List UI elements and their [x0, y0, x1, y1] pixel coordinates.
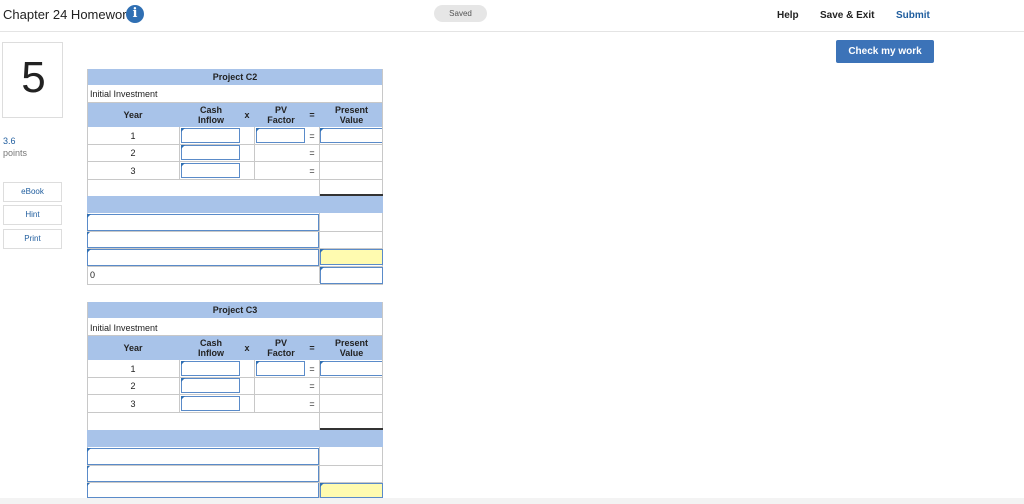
col-cash-inflow-1: Cash — [199, 338, 222, 348]
col-cash-inflow-2: Inflow — [198, 115, 224, 125]
summary-header-row — [87, 430, 383, 447]
col-equals: = — [309, 343, 315, 353]
question-number-box: 5 — [2, 42, 63, 118]
col-cash-inflow-1: Cash — [199, 105, 222, 115]
cash-inflow-input-1[interactable] — [181, 361, 240, 376]
points-label: points — [3, 148, 28, 158]
zero-value: 0 — [90, 270, 96, 280]
equals-sign-3: = — [309, 399, 315, 409]
summary-label-input-2[interactable] — [87, 231, 319, 248]
col-year: Year — [123, 343, 143, 353]
cash-inflow-input-1[interactable] — [181, 128, 240, 143]
project-c3-title: Project C3 — [87, 302, 383, 318]
summary-label-input-1[interactable] — [87, 448, 319, 465]
col-present-value-2: Value — [339, 348, 364, 358]
col-times: x — [244, 110, 250, 120]
col-pv-factor-1: PV — [274, 338, 287, 348]
col-present-value-1: Present — [334, 105, 369, 115]
cash-inflow-input-2[interactable] — [181, 145, 240, 160]
hint-button[interactable]: Hint — [3, 205, 62, 225]
pv-factor-input-1[interactable] — [256, 361, 305, 376]
summary-header-row — [87, 196, 383, 213]
cash-inflow-input-2[interactable] — [181, 378, 240, 393]
col-cash-inflow-2: Inflow — [198, 348, 224, 358]
saved-status-badge: Saved — [434, 5, 487, 22]
project-c2-title: Project C2 — [87, 69, 383, 85]
year-2: 2 — [130, 381, 136, 391]
npv-result-input[interactable] — [320, 483, 383, 498]
initial-investment-label: Initial Investment — [90, 89, 158, 99]
equals-sign-2: = — [309, 381, 315, 391]
ebook-button[interactable]: eBook — [3, 182, 62, 202]
submit-link[interactable]: Submit — [896, 10, 930, 21]
year-3: 3 — [130, 166, 136, 176]
year-2: 2 — [130, 148, 136, 158]
summary-label-input-2[interactable] — [87, 465, 319, 482]
present-value-input-1[interactable] — [320, 128, 383, 143]
cash-inflow-input-3[interactable] — [181, 163, 240, 178]
bottom-scroll-edge — [0, 498, 1024, 504]
year-1: 1 — [130, 131, 136, 141]
help-link[interactable]: Help — [777, 10, 799, 21]
info-icon[interactable]: i — [126, 5, 144, 23]
col-pv-factor-2: Factor — [267, 115, 295, 125]
check-my-work-button[interactable]: Check my work — [836, 40, 934, 63]
year-3: 3 — [130, 399, 136, 409]
summary-label-input-3[interactable] — [87, 249, 319, 266]
equals-sign-1: = — [309, 131, 315, 141]
points-value: 3.6 — [3, 136, 16, 146]
summary-label-input-3[interactable] — [87, 482, 319, 498]
col-year: Year — [123, 110, 143, 120]
equals-sign-2: = — [309, 148, 315, 158]
cash-inflow-input-3[interactable] — [181, 396, 240, 411]
col-pv-factor-2: Factor — [267, 348, 295, 358]
year-1: 1 — [130, 364, 136, 374]
col-present-value-1: Present — [334, 338, 369, 348]
col-present-value-2: Value — [339, 115, 364, 125]
top-bar: Chapter 24 Homework i Saved Help Save & … — [0, 0, 1024, 32]
summary-label-input-1[interactable] — [87, 214, 319, 231]
col-times: x — [244, 343, 250, 353]
equals-sign-3: = — [309, 166, 315, 176]
question-number: 5 — [21, 53, 46, 102]
col-equals: = — [309, 110, 315, 120]
save-exit-link[interactable]: Save & Exit — [820, 10, 874, 21]
col-pv-factor-1: PV — [274, 105, 287, 115]
initial-investment-label: Initial Investment — [90, 323, 158, 333]
equals-sign-1: = — [309, 364, 315, 374]
page-title: Chapter 24 Homework — [3, 7, 134, 22]
npv-result-input[interactable] — [320, 249, 383, 265]
pv-factor-input-1[interactable] — [256, 128, 305, 143]
print-button[interactable]: Print — [3, 229, 62, 249]
final-value-input[interactable] — [320, 267, 383, 284]
present-value-input-1[interactable] — [320, 361, 383, 376]
